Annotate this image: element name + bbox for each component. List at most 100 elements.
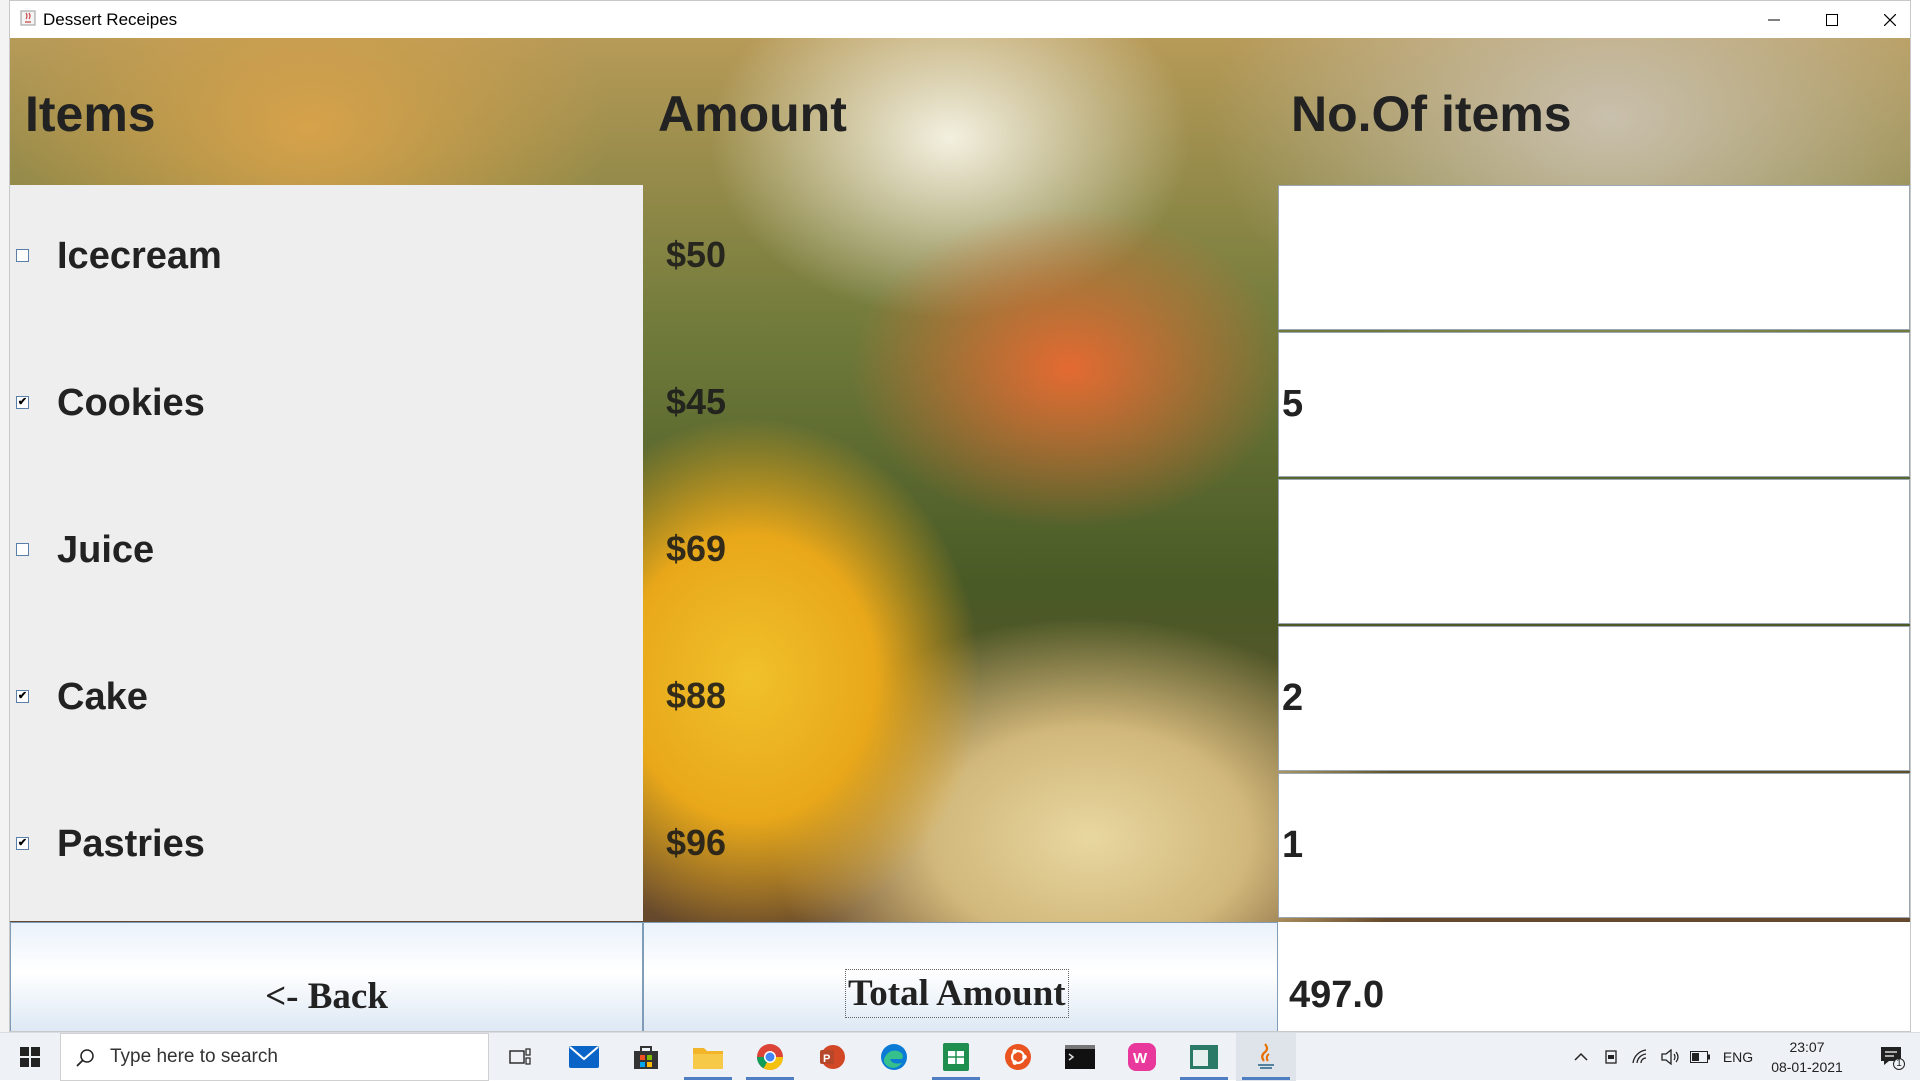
- tray-volume[interactable]: [1657, 1033, 1683, 1081]
- price-cookies: $45: [666, 381, 727, 422]
- total-amount-value: 497.0: [1289, 974, 1385, 1016]
- device-icon: [1605, 1050, 1617, 1064]
- start-button[interactable]: [0, 1033, 60, 1081]
- chrome-icon: [756, 1044, 784, 1071]
- item-row-cookies[interactable]: ✔ Cookies: [10, 332, 643, 479]
- tray-battery[interactable]: [1687, 1033, 1713, 1081]
- total-amount-field[interactable]: 497.0: [1278, 922, 1910, 1031]
- item-row-pastries[interactable]: ✔ Pastries: [10, 773, 643, 920]
- taskbar-mail[interactable]: [554, 1033, 614, 1081]
- app-window: Dessert Receipes Items Amount No.Of item…: [9, 0, 1911, 1032]
- ubuntu-icon: [1005, 1044, 1031, 1070]
- price-pastries: $96: [666, 822, 727, 863]
- price-icecream: $50: [666, 234, 727, 275]
- taskbar-clock[interactable]: 23:07 08-01-2021: [1757, 1037, 1857, 1077]
- item-row-juice[interactable]: Juice: [10, 479, 643, 626]
- taskbar-terminal[interactable]: [1050, 1033, 1110, 1081]
- wifi-icon: [1632, 1049, 1647, 1064]
- qty-value: 5: [1282, 383, 1304, 425]
- powerpoint-icon: P: [820, 1045, 845, 1069]
- windows-icon: [20, 1047, 40, 1067]
- sheets-icon: [943, 1043, 969, 1071]
- qty-field-juice[interactable]: [1278, 479, 1910, 624]
- count-header: No.Of items: [1291, 86, 1572, 142]
- checkbox-pastries[interactable]: ✔: [16, 837, 29, 850]
- maximize-icon: [1826, 13, 1838, 26]
- chevron-up-icon: [1574, 1052, 1588, 1061]
- qty-value: 1: [1282, 824, 1304, 866]
- checkbox-icecream[interactable]: [16, 249, 29, 262]
- taskbar-sheets[interactable]: [926, 1033, 986, 1081]
- item-label: Cake: [57, 676, 148, 718]
- tray-device[interactable]: [1598, 1033, 1624, 1081]
- checkbox-cake[interactable]: ✔: [16, 690, 29, 703]
- search-placeholder: Type here to search: [110, 1046, 278, 1067]
- terminal-icon: [1065, 1045, 1095, 1069]
- qty-field-pastries[interactable]: 1: [1278, 773, 1910, 918]
- svg-text:P: P: [823, 1053, 830, 1065]
- maximize-button[interactable]: [1803, 1, 1861, 38]
- taskbar-edge[interactable]: [864, 1033, 924, 1081]
- close-button[interactable]: [1861, 1, 1910, 38]
- minimize-button[interactable]: [1745, 1, 1803, 38]
- qty-value: 2: [1282, 677, 1304, 719]
- price-cake: $88: [666, 675, 727, 716]
- taskbar-powerpoint[interactable]: P: [802, 1033, 862, 1081]
- qty-field-cake[interactable]: 2: [1278, 626, 1910, 771]
- clock-time: 23:07: [1789, 1039, 1825, 1055]
- price-juice: $69: [666, 528, 727, 569]
- items-header: Items: [25, 86, 156, 142]
- volume-icon: [1661, 1049, 1679, 1065]
- tray-language[interactable]: ENG: [1718, 1033, 1758, 1081]
- mail-icon: [569, 1046, 599, 1068]
- quantity-panel: 5 2 1: [1278, 185, 1910, 921]
- java-app-icon: [20, 10, 36, 26]
- taskbar-search-box[interactable]: Type here to search: [60, 1033, 489, 1081]
- item-label: Cookies: [57, 382, 205, 424]
- qty-field-cookies[interactable]: 5: [1278, 332, 1910, 477]
- amount-header: Amount: [658, 86, 847, 142]
- taskbar-chrome[interactable]: [740, 1033, 800, 1081]
- taskbar: Type here to search P W ENG 23:07 08-01-…: [0, 1032, 1920, 1081]
- clock-date: 08-01-2021: [1771, 1059, 1843, 1075]
- back-button[interactable]: <- Back: [10, 922, 643, 1031]
- window-title: Dessert Receipes: [43, 10, 178, 29]
- tray-wifi[interactable]: [1628, 1033, 1654, 1081]
- minimize-icon: [1768, 19, 1780, 20]
- show-hidden-icons-button[interactable]: [1568, 1033, 1594, 1081]
- qty-field-icecream[interactable]: [1278, 185, 1910, 330]
- taskbar-app-window[interactable]: [1174, 1033, 1234, 1081]
- close-icon: [1884, 13, 1896, 26]
- store-icon: [634, 1046, 658, 1069]
- items-panel: Icecream ✔ Cookies Juice ✔ Cake ✔ Pastri…: [10, 185, 643, 921]
- desktop-edge: [0, 0, 9, 1032]
- item-label: Pastries: [57, 823, 205, 865]
- total-amount-button[interactable]: Total Amount: [643, 922, 1278, 1031]
- content-area: Items Amount No.Of items Icecream ✔ Cook…: [10, 38, 1910, 1031]
- item-row-cake[interactable]: ✔ Cake: [10, 626, 643, 773]
- task-view-icon: [509, 1048, 531, 1065]
- item-row-icecream[interactable]: Icecream: [10, 185, 643, 332]
- title-bar[interactable]: Dessert Receipes: [10, 1, 1910, 38]
- taskbar-file-explorer[interactable]: [678, 1033, 738, 1081]
- java-icon: [1258, 1043, 1274, 1069]
- svg-text:W: W: [1133, 1050, 1148, 1067]
- taskbar-java[interactable]: [1236, 1033, 1296, 1081]
- wamp-icon: W: [1128, 1043, 1156, 1071]
- notification-center-button[interactable]: 1: [1868, 1033, 1916, 1081]
- taskbar-store[interactable]: [616, 1033, 676, 1081]
- notification-count: 1: [1896, 1058, 1902, 1069]
- app-window-icon: [1190, 1045, 1218, 1069]
- item-label: Juice: [57, 529, 155, 571]
- total-amount-label: Total Amount: [845, 969, 1069, 1018]
- folder-icon: [693, 1048, 723, 1069]
- battery-icon: [1690, 1051, 1710, 1063]
- search-icon: [76, 1049, 94, 1067]
- checkbox-juice[interactable]: [16, 543, 29, 556]
- taskbar-ubuntu[interactable]: [988, 1033, 1048, 1081]
- edge-icon: [881, 1044, 907, 1070]
- item-label: Icecream: [57, 235, 222, 277]
- taskbar-wamp[interactable]: W: [1112, 1033, 1172, 1081]
- checkbox-cookies[interactable]: ✔: [16, 396, 29, 409]
- task-view-button[interactable]: [490, 1033, 550, 1081]
